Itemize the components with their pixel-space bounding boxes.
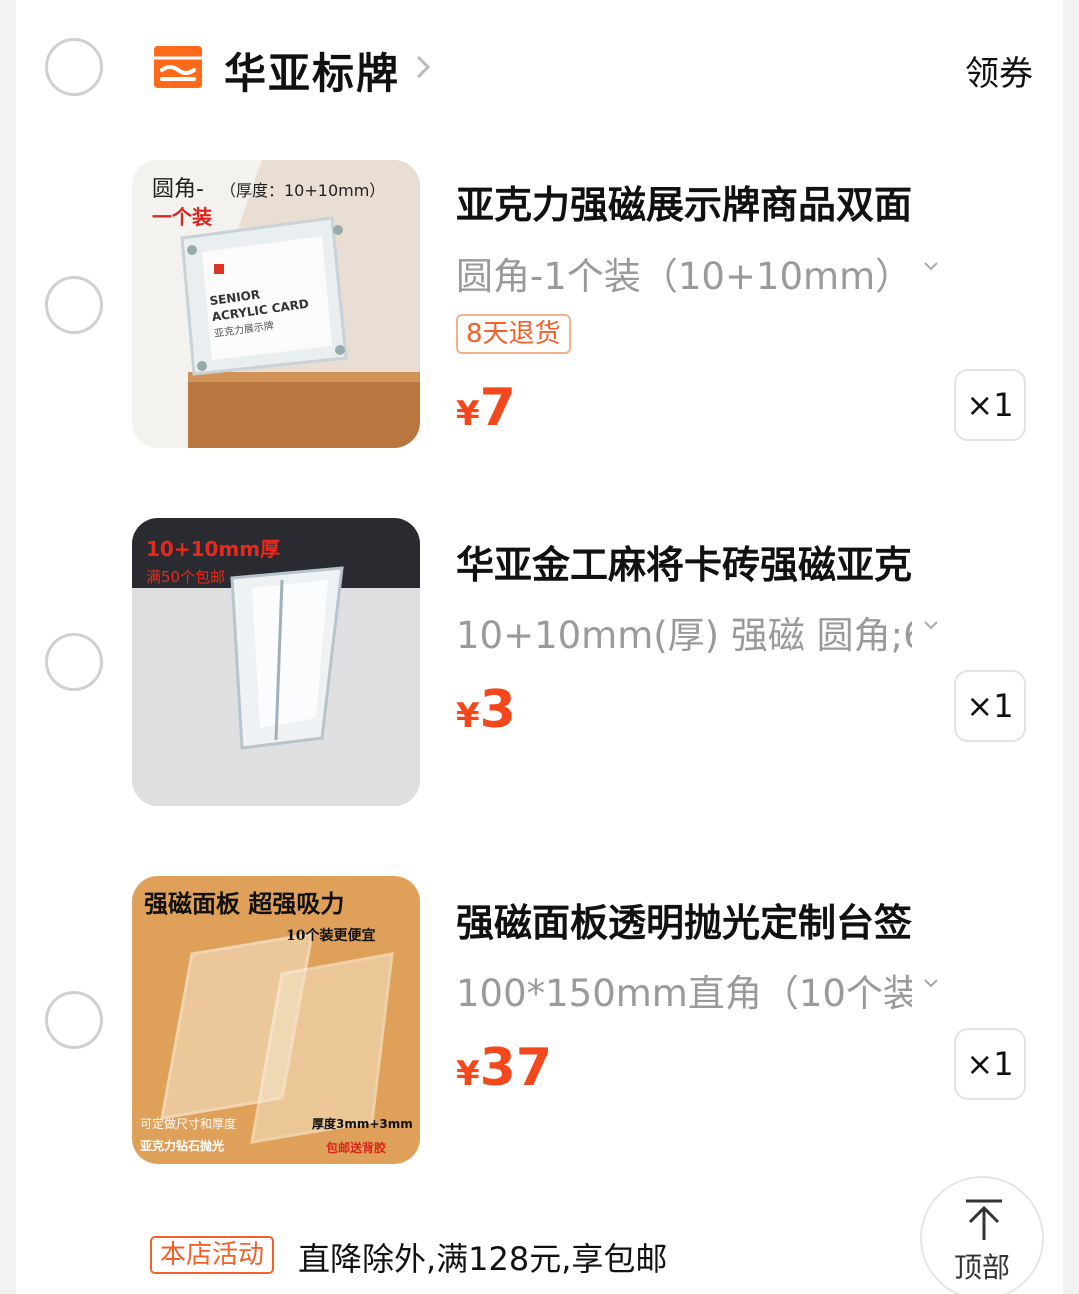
quantity-stepper[interactable]: ×1 — [954, 670, 1026, 742]
image-caption: 圆角- — [152, 177, 204, 202]
quantity-stepper[interactable]: ×1 — [954, 369, 1026, 441]
product-image[interactable]: 10+10mm厚 满50个包邮 — [132, 518, 420, 806]
shop-logo-icon — [154, 46, 202, 88]
image-caption: 10个装更便宜 — [286, 927, 375, 944]
image-caption: 包邮送背胶 — [325, 1140, 386, 1155]
product-sku[interactable]: 10+10mm(厚) 强磁 圆角;6 — [456, 605, 912, 659]
price-value: 37 — [479, 1038, 553, 1098]
chevron-down-icon[interactable] — [922, 619, 940, 631]
item-select-radio[interactable] — [45, 633, 103, 691]
image-caption: 厚度3mm+3mm — [312, 1116, 413, 1131]
image-caption: 满50个包邮 — [146, 568, 225, 586]
return-policy-badge: 8天退货 — [456, 314, 571, 354]
currency-symbol: ¥ — [456, 1054, 480, 1094]
coupon-button[interactable]: 领券 — [965, 46, 1033, 95]
chevron-down-icon[interactable] — [922, 260, 940, 272]
image-caption: 10+10mm厚 — [146, 537, 280, 561]
price-value: 7 — [479, 378, 516, 438]
chevron-right-icon[interactable] — [412, 52, 434, 82]
back-to-top-label: 顶部 — [953, 1251, 1010, 1284]
shop-promotion-tag[interactable]: 本店活动 — [150, 1236, 275, 1274]
product-title[interactable]: 强磁面板透明抛光定制台签 — [456, 892, 916, 947]
image-caption: 可定做尺寸和厚度 — [140, 1116, 236, 1131]
product-price: ¥7 — [456, 378, 516, 438]
back-to-top-button[interactable]: 顶部 — [920, 1176, 1044, 1294]
quantity-stepper[interactable]: ×1 — [954, 1028, 1026, 1100]
product-price: ¥37 — [456, 1038, 552, 1098]
product-image[interactable]: 强磁面板 超强吸力 10个装更便宜 可定做尺寸和厚度 亚克力钻石抛光 厚度3mm… — [132, 876, 420, 1164]
currency-symbol: ¥ — [456, 696, 480, 736]
product-sku[interactable]: 100*150mm直角（10个装 — [456, 963, 912, 1017]
image-caption: 强磁面板 超强吸力 — [144, 889, 344, 918]
product-image[interactable]: 圆角- （厚度：10+10mm） 一个装 SENIOR ACRYLIC CARD… — [132, 160, 420, 448]
arrow-up-icon — [966, 1199, 1002, 1240]
shop-promotion-text[interactable]: 直降除外,满128元,享包邮 — [298, 1234, 667, 1280]
product-sku[interactable]: 圆角-1个装（10+10mm） — [456, 246, 912, 300]
product-price: ¥3 — [456, 680, 516, 740]
image-caption: 亚克力钻石抛光 — [140, 1138, 224, 1153]
product-title[interactable]: 华亚金工麻将卡砖强磁亚克 — [456, 534, 916, 589]
image-caption: （厚度：10+10mm） — [220, 181, 385, 200]
item-select-radio[interactable] — [45, 276, 103, 334]
product-title[interactable]: 亚克力强磁展示牌商品双面 — [456, 174, 916, 229]
shop-name[interactable]: 华亚标牌 — [224, 40, 400, 101]
item-select-radio[interactable] — [45, 991, 103, 1049]
price-value: 3 — [479, 680, 516, 740]
chevron-down-icon[interactable] — [922, 977, 940, 989]
image-caption: 一个装 — [152, 205, 212, 229]
currency-symbol: ¥ — [456, 394, 480, 434]
shop-select-radio[interactable] — [45, 38, 103, 96]
